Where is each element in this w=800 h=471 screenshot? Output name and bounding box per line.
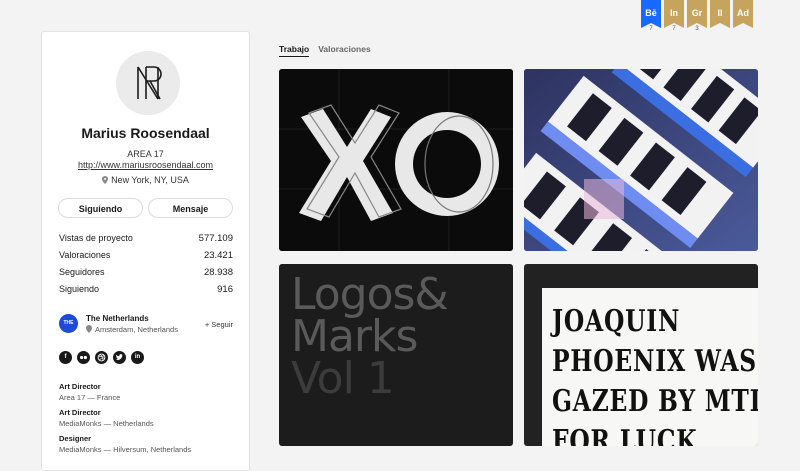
illustration-ribbon-icon: Il [710, 0, 730, 28]
monogram-icon [137, 66, 162, 100]
stat-value: 23.421 [203, 250, 233, 261]
stat-value: 28.938 [203, 267, 233, 278]
profile-tabs: Trabajo Valoraciones [279, 44, 371, 57]
ribbon-count: 3 [695, 26, 699, 32]
profile-stats: Vistas de proyecto 577.109 Valoraciones … [59, 230, 233, 298]
ribbon-advertising[interactable]: Ad [733, 0, 753, 32]
experience-role: Art Director [59, 408, 101, 417]
team-location: Amsterdam, Netherlands [86, 325, 178, 334]
ribbon-behance[interactable]: Bē 7 [641, 0, 661, 32]
ribbon-graphic-design[interactable]: Gr 3 [687, 0, 707, 32]
team-item[interactable]: THE The Netherlands Amsterdam, Netherlan… [59, 314, 233, 336]
team-location-text: Amsterdam, Netherlands [95, 325, 178, 334]
tab-work[interactable]: Trabajo [279, 44, 310, 57]
experience-detail: MediaMonks — Netherlands [59, 419, 154, 428]
experience-detail: Area 17 — France [59, 393, 121, 402]
project-thumbnail-image [279, 69, 513, 251]
following-button[interactable]: Siguiendo [58, 198, 143, 218]
location-pin-icon [102, 176, 109, 184]
stat-row-project-views: Vistas de proyecto 577.109 [59, 230, 233, 247]
experience-list: Art Director Area 17 — France Art Direct… [59, 382, 239, 460]
experience-item: Designer MediaMonks — Hilversum, Netherl… [59, 434, 239, 460]
location-pin-icon [86, 325, 92, 333]
profile-location-text: New York, NY, USA [111, 175, 189, 185]
project-title-line-2: Marks [291, 311, 418, 362]
stat-row-following[interactable]: Siguiendo 916 [59, 281, 233, 298]
behance-ribbon-icon: Bē [641, 0, 661, 28]
team-name[interactable]: The Netherlands [86, 314, 149, 323]
experience-detail: MediaMonks — Hilversum, Netherlands [59, 445, 192, 454]
poster-text: JOAQUIN PHOENIX WAS GAZED BY MTL FOR LUC… [552, 304, 758, 446]
facebook-icon[interactable]: f [59, 351, 72, 364]
advertising-ribbon-icon: Ad [733, 0, 753, 28]
linkedin-icon[interactable]: in [131, 351, 144, 364]
project-title-line-1: Logos& [291, 269, 449, 320]
profile-name[interactable]: Marius Roosendaal [42, 125, 249, 141]
project-thumbnail-image: JOAQUIN PHOENIX WAS GAZED BY MTL FOR LUC… [542, 288, 758, 446]
project-card-isometric-type[interactable] [524, 69, 758, 251]
stat-row-appreciations: Valoraciones 23.421 [59, 247, 233, 264]
featured-ribbons: Bē 7 In 7 Gr 3 Il Ad [641, 0, 753, 32]
experience-role: Designer [59, 434, 92, 443]
stat-row-followers[interactable]: Seguidores 28.938 [59, 264, 233, 281]
project-title-line-3: Vol 1 [291, 353, 395, 404]
project-thumbnail-title: Logos& Marks Vol 1 [291, 269, 449, 404]
stat-value: 577.109 [198, 233, 233, 244]
team-logo[interactable]: THE [59, 314, 78, 333]
dribbble-icon[interactable] [95, 351, 108, 364]
experience-item: Art Director Area 17 — France [59, 382, 239, 408]
profile-card: Marius Roosendaal AREA 17 http://www.mar… [41, 31, 250, 471]
message-button[interactable]: Mensaje [148, 198, 233, 218]
stat-label: Seguidores [59, 267, 105, 277]
stat-value: 916 [217, 284, 233, 295]
ribbon-count: 7 [649, 26, 653, 32]
experience-item: Art Director MediaMonks — Netherlands [59, 408, 239, 434]
social-links: f in [59, 351, 144, 364]
stat-label: Valoraciones [59, 250, 111, 260]
profile-website-link[interactable]: http://www.mariusroosendaal.com [42, 160, 249, 170]
stat-label: Siguiendo [59, 284, 100, 294]
team-follow-button[interactable]: + Seguir [205, 320, 233, 329]
graphic-design-ribbon-icon: Gr [687, 0, 707, 28]
project-thumbnail-image [524, 69, 758, 251]
avatar[interactable] [116, 51, 180, 115]
stat-label: Vistas de proyecto [59, 233, 133, 243]
twitter-icon[interactable] [113, 351, 126, 364]
interaction-ribbon-icon: In [664, 0, 684, 28]
project-card-logos-marks[interactable]: Logos& Marks Vol 1 [279, 264, 513, 446]
profile-company[interactable]: AREA 17 [42, 149, 249, 159]
experience-role: Art Director [59, 382, 101, 391]
tab-appreciations[interactable]: Valoraciones [318, 44, 370, 57]
flickr-icon[interactable] [77, 351, 90, 364]
ribbon-count: 7 [672, 26, 676, 32]
project-card-xo[interactable] [279, 69, 513, 251]
ribbon-illustration[interactable]: Il [710, 0, 730, 32]
ribbon-interaction[interactable]: In 7 [664, 0, 684, 32]
project-card-blackletter-poster[interactable]: JOAQUIN PHOENIX WAS GAZED BY MTL FOR LUC… [524, 264, 758, 446]
profile-location: New York, NY, USA [42, 175, 249, 185]
